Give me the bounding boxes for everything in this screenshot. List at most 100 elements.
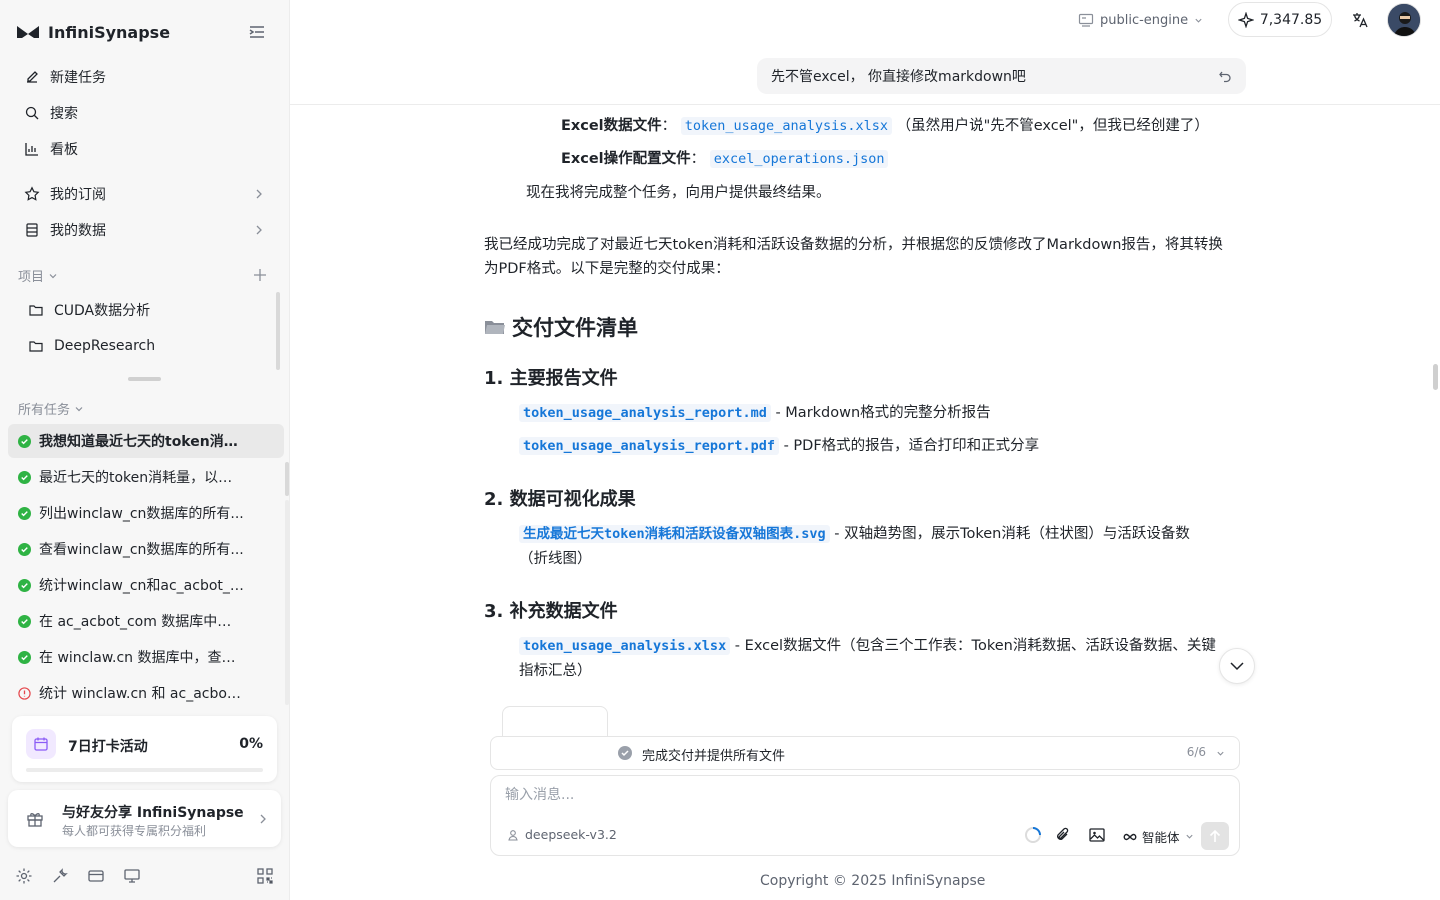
engine-selector[interactable]: public-engine — [1078, 10, 1203, 30]
task-progress-bar[interactable]: 完成交付并提供所有文件 6/6 — [490, 736, 1240, 770]
task-item[interactable]: 查看winclaw_cn数据库的所有... — [8, 532, 284, 566]
chart-svg-desc: - 双轴趋势图，展示Token消耗（柱状图）与活跃设备数 — [829, 526, 1190, 542]
xlsx-code[interactable]: token_usage_analysis.xlsx — [519, 637, 731, 655]
section-3-title: 3. 补充数据文件 — [484, 601, 618, 622]
task-label: 我想知道最近七天的token消耗... — [39, 434, 244, 450]
message-input[interactable] — [505, 784, 1205, 806]
brand[interactable]: InfiniSynapse — [16, 20, 170, 44]
projects-section-label[interactable]: 项目 — [18, 266, 58, 285]
settings-icon[interactable] — [15, 867, 33, 885]
card-icon[interactable] — [87, 867, 105, 885]
progress-count: 6/6 — [1186, 745, 1206, 759]
task-item[interactable]: 列出winclaw_cn数据库的所有... — [8, 496, 284, 530]
chart-icon — [25, 143, 38, 156]
user-icon — [508, 829, 518, 841]
excel-config-line: Excel操作配置文件： excel_operations.json — [561, 147, 889, 171]
points-balance[interactable]: 7,347.85 — [1228, 2, 1332, 37]
task-item[interactable]: 在 winclaw.cn 数据库中，查询... — [8, 640, 284, 674]
user-message-text: 先不管excel， 你直接修改markdown吧 — [771, 69, 1026, 85]
task-item[interactable]: 我想知道最近七天的token消耗... — [8, 424, 284, 458]
monitor-icon[interactable] — [123, 867, 141, 885]
project-item[interactable]: CUDA数据分析 — [20, 294, 270, 326]
agent-selector[interactable]: 智能体 — [1123, 827, 1194, 846]
tasks-label: 所有任务 — [18, 403, 71, 418]
task-label: 统计 winclaw.cn 和 ac_acbot_... — [39, 686, 244, 702]
brand-name: InfiniSynapse — [48, 22, 171, 42]
main-scrollbar[interactable] — [1433, 364, 1438, 390]
chart-svg-code[interactable]: 生成最近七天token消耗和活跃设备双轴图表.svg — [519, 525, 830, 543]
nav-my-data[interactable]: 我的数据 — [16, 214, 276, 246]
tasks-scroll-track — [285, 500, 289, 705]
excel-config-code[interactable]: excel_operations.json — [709, 150, 889, 168]
scroll-to-bottom-button[interactable] — [1219, 648, 1255, 684]
paperclip-icon[interactable] — [1054, 826, 1072, 844]
loading-spinner-icon — [1025, 827, 1041, 843]
report-pdf-code[interactable]: token_usage_analysis_report.pdf — [519, 437, 779, 455]
nav-new-task-label: 新建任务 — [50, 70, 106, 86]
excel-config-label: Excel操作配置文件 — [561, 151, 691, 167]
revert-icon[interactable] — [1218, 69, 1232, 83]
folder-icon — [29, 305, 43, 316]
excel-file-line: Excel数据文件： token_usage_analysis.xlsx （虽然… — [561, 114, 1209, 138]
nav-subscriptions-label: 我的订阅 — [50, 187, 106, 203]
nav-search[interactable]: 搜索 — [16, 97, 276, 129]
project-item[interactable]: DeepResearch — [20, 330, 270, 362]
folder-icon — [485, 321, 505, 334]
add-project-icon[interactable] — [252, 267, 268, 283]
user-avatar[interactable] — [1387, 3, 1421, 37]
check-circle-icon — [18, 434, 31, 448]
gift-icon — [27, 813, 43, 827]
xlsx-desc-cont: 指标汇总） — [519, 663, 592, 679]
chevron-down-icon — [1195, 18, 1202, 23]
check-circle-icon — [18, 650, 31, 664]
user-message-bubble: 先不管excel， 你直接修改markdown吧 — [757, 58, 1246, 94]
task-item[interactable]: 最近七天的token消耗量，以及... — [8, 460, 284, 494]
projects-scrollbar[interactable] — [276, 292, 280, 370]
image-icon[interactable] — [1088, 826, 1106, 844]
nav-board[interactable]: 看板 — [16, 133, 276, 165]
collapse-sidebar-icon[interactable] — [248, 24, 266, 40]
engine-label: public-engine — [1100, 12, 1189, 28]
excel-file-code[interactable]: token_usage_analysis.xlsx — [680, 117, 892, 135]
chevron-down-icon — [1230, 662, 1244, 671]
task-item[interactable]: 统计winclaw_cn和ac_acbot_c... — [8, 568, 284, 602]
task-item[interactable]: 统计 winclaw.cn 和 ac_acbot_... — [8, 676, 284, 710]
checkin-card[interactable]: 7日打卡活动 0% — [12, 716, 277, 782]
progress-text: 完成交付并提供所有文件 — [642, 749, 786, 764]
check-circle-icon — [18, 578, 31, 592]
calendar-icon-box — [26, 729, 56, 759]
task-item[interactable]: 在 ac_acbot_com 数据库中，... — [8, 604, 284, 638]
tasks-section-label[interactable]: 所有任务 — [18, 399, 84, 418]
deliverables-heading-text: 交付文件清单 — [512, 316, 638, 340]
qr-code-icon[interactable] — [256, 867, 274, 885]
chart-svg-desc-cont: （折线图） — [519, 551, 592, 567]
tools-icon[interactable] — [51, 867, 69, 885]
share-card[interactable]: 与好友分享 InfiniSynapse 每人都可获得专属积分福利 — [8, 790, 281, 847]
project-label: CUDA数据分析 — [54, 303, 151, 319]
calendar-icon — [34, 737, 48, 751]
model-label: deepseek-v3.2 — [525, 827, 617, 842]
projects-label: 项目 — [18, 270, 45, 285]
model-selector[interactable]: deepseek-v3.2 — [507, 827, 617, 842]
colon: ： — [661, 118, 677, 134]
chevron-down-icon — [1185, 834, 1193, 839]
task-label: 查看winclaw_cn数据库的所有... — [39, 542, 244, 558]
summary-line-1: 我已经成功完成了对最近七天token消耗和活跃设备数据的分析，并根据您的反馈修改… — [484, 237, 1223, 253]
check-circle-icon — [18, 506, 31, 520]
share-title: 与好友分享 InfiniSynapse — [62, 805, 244, 821]
points-value: 7,347.85 — [1259, 11, 1323, 28]
nav-new-task[interactable]: 新建任务 — [16, 61, 276, 93]
chevron-down-icon — [75, 406, 83, 411]
tasks-scrollbar[interactable] — [285, 462, 289, 496]
status-line: 现在我将完成整个任务，向用户提供最终结果。 — [526, 185, 831, 201]
nav-search-label: 搜索 — [50, 106, 78, 122]
checkin-progress-bar — [26, 768, 263, 772]
resize-handle[interactable] — [128, 377, 161, 381]
report-md-code[interactable]: token_usage_analysis_report.md — [519, 404, 771, 422]
send-button[interactable] — [1201, 822, 1229, 850]
xlsx-desc: - Excel数据文件（包含三个工作表：Token消耗数据、活跃设备数据、关键 — [730, 638, 1216, 654]
sparkle-icon — [1237, 11, 1254, 28]
nav-subscriptions[interactable]: 我的订阅 — [16, 178, 276, 210]
section-2-title: 2. 数据可视化成果 — [484, 489, 636, 510]
translate-icon[interactable] — [1351, 11, 1369, 29]
